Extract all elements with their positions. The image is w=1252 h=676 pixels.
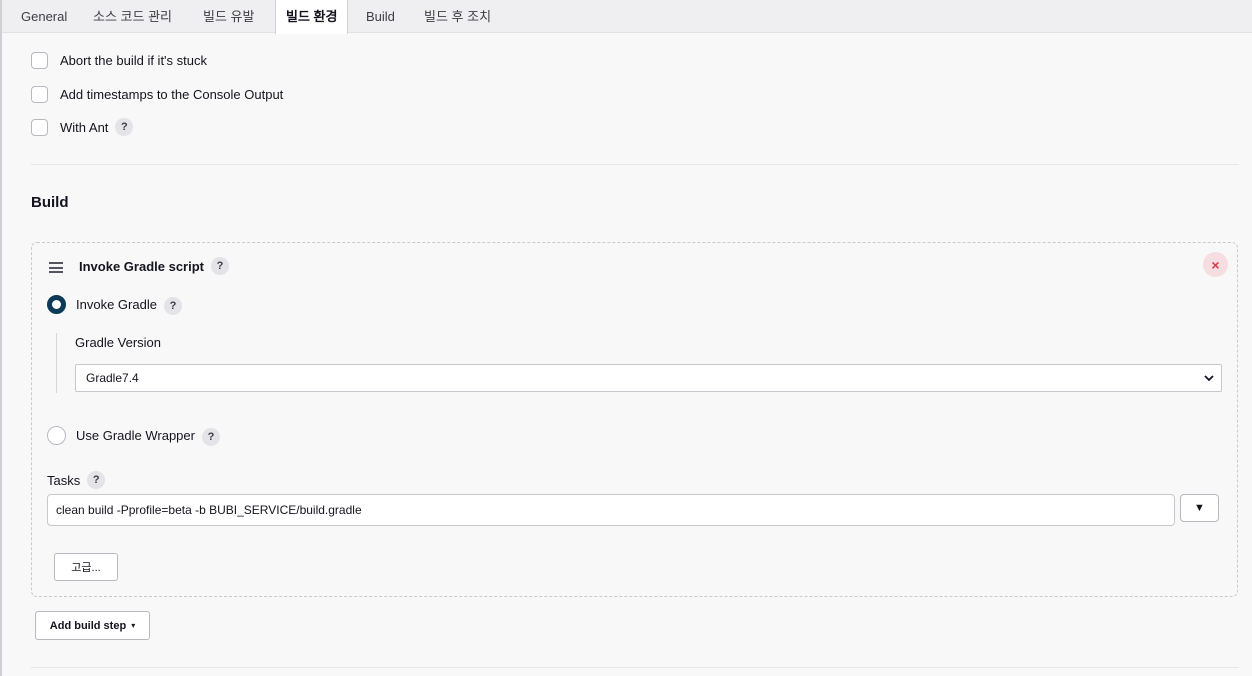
help-icon[interactable]: ? [211, 257, 229, 275]
help-icon[interactable]: ? [87, 471, 106, 489]
advanced-button[interactable]: 고급... [54, 553, 118, 581]
invoke-gradle-radio[interactable] [47, 294, 66, 314]
add-build-step-button[interactable]: Add build step ▾ [35, 611, 150, 640]
with-ant-label: With Ant [60, 119, 109, 135]
help-icon[interactable]: ? [115, 118, 134, 136]
chevron-down-icon [1203, 365, 1215, 400]
section-divider [31, 667, 1239, 668]
invoke-gradle-label: Invoke Gradle [76, 296, 157, 312]
tab-general[interactable]: General [21, 0, 67, 33]
gradle-version-value: Gradle7.4 [86, 371, 139, 385]
tasks-input[interactable]: clean build -Pprofile=beta -b BUBI_SERVI… [47, 494, 1175, 526]
nested-indent-line [56, 333, 57, 393]
tab-build-environment[interactable]: 빌드 환경 [275, 0, 349, 34]
tab-build-triggers[interactable]: 빌드 유발 [203, 0, 254, 33]
build-step-title: Invoke Gradle script [79, 258, 204, 274]
gradle-version-select[interactable]: Gradle7.4 [75, 364, 1222, 392]
page-left-border [0, 0, 2, 676]
abort-if-stuck-checkbox[interactable] [31, 51, 48, 69]
use-gradle-wrapper-radio[interactable] [47, 425, 66, 445]
invoke-gradle-option[interactable]: Invoke Gradle ? [47, 293, 182, 315]
add-timestamps-label: Add timestamps to the Console Output [60, 86, 284, 102]
build-step-header: Invoke Gradle script ? [79, 257, 229, 275]
build-step-card: Invoke Gradle script ? × Invoke Gradle ?… [31, 242, 1238, 597]
config-tab-bar: General 소스 코드 관리 빌드 유발 빌드 환경 Build 빌드 후 … [2, 0, 1252, 34]
help-icon[interactable]: ? [201, 428, 220, 446]
tab-build[interactable]: Build [366, 0, 395, 33]
build-section-title: Build [31, 194, 69, 211]
with-ant-checkbox[interactable] [31, 118, 48, 136]
tasks-header: Tasks ? [47, 471, 106, 489]
option-with-ant[interactable]: With Ant ? [31, 117, 134, 137]
option-abort-if-stuck[interactable]: Abort the build if it's stuck [31, 50, 207, 70]
tasks-expand-button[interactable]: ▼ [1180, 494, 1219, 522]
caret-down-icon: ▾ [131, 621, 136, 630]
section-divider [31, 164, 1239, 165]
drag-handle-icon[interactable] [49, 262, 63, 276]
gradle-version-label: Gradle Version [75, 335, 161, 350]
help-icon[interactable]: ? [163, 297, 182, 315]
option-add-timestamps[interactable]: Add timestamps to the Console Output [31, 84, 283, 104]
abort-if-stuck-label: Abort the build if it's stuck [60, 52, 207, 68]
use-gradle-wrapper-option[interactable]: Use Gradle Wrapper ? [47, 424, 220, 446]
add-timestamps-checkbox[interactable] [31, 85, 48, 103]
tab-post-build-actions[interactable]: 빌드 후 조치 [424, 0, 491, 33]
tasks-label: Tasks [47, 472, 81, 488]
delete-step-button[interactable]: × [1203, 252, 1228, 277]
tab-source-code-management[interactable]: 소스 코드 관리 [93, 0, 172, 33]
add-build-step-label: Add build step [49, 619, 127, 632]
use-gradle-wrapper-label: Use Gradle Wrapper [76, 427, 195, 443]
